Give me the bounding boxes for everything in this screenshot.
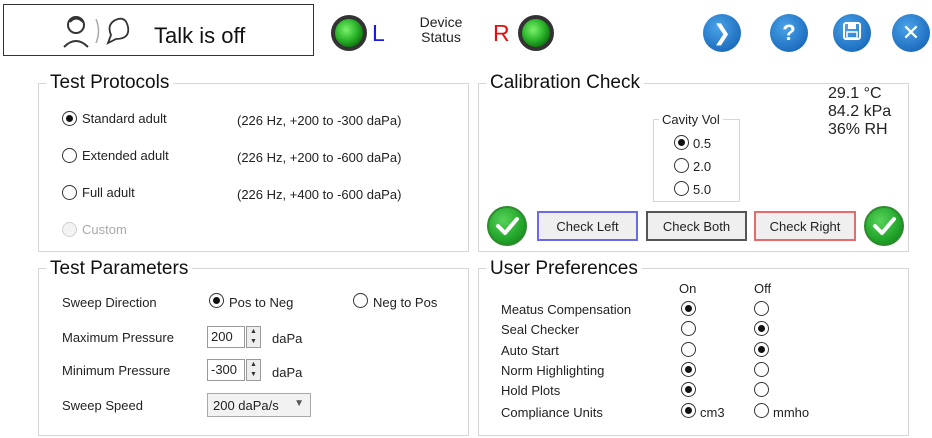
pref-norm-on-radio[interactable] [681, 362, 696, 377]
pref-autostart-off-radio[interactable] [754, 342, 769, 357]
compliance-mmho-label[interactable]: mmho [773, 405, 809, 420]
off-column-header: Off [754, 281, 772, 296]
pref-autostart-label: Auto Start [501, 343, 559, 358]
min-pressure-stepper[interactable]: ▲ ▼ [246, 359, 261, 381]
sweep-direction-label: Sweep Direction [62, 295, 157, 310]
cavity-0-5-radio[interactable] [674, 135, 689, 150]
max-pressure-input[interactable]: 200 [207, 326, 245, 348]
right-check-pass-icon [864, 206, 904, 246]
pref-autostart-on-radio[interactable] [681, 342, 696, 357]
arrow-up-icon[interactable]: ▲ [247, 327, 260, 337]
min-pressure-input[interactable]: -300 [207, 359, 245, 381]
arrow-up-icon[interactable]: ▲ [247, 360, 260, 370]
arrow-down-icon[interactable]: ▼ [247, 370, 260, 380]
protocol-standard-radio[interactable] [62, 111, 77, 126]
protocol-full-label[interactable]: Full adult [82, 185, 135, 200]
left-status-led [331, 15, 367, 51]
protocol-full-detail: (226 Hz, +400 to -600 daPa) [237, 187, 402, 202]
on-column-header: On [679, 281, 697, 296]
chevron-right-icon: ❯ [712, 20, 732, 45]
humidity-readout: 36% RH [828, 121, 888, 138]
right-status-led [518, 15, 554, 51]
left-ear-label: L [372, 20, 385, 46]
cavity-vol-title: Cavity Vol [659, 112, 723, 127]
pref-meatus-on-radio[interactable] [681, 301, 696, 316]
pref-meatus-label: Meatus Compensation [501, 302, 632, 317]
pref-meatus-off-radio[interactable] [754, 301, 769, 316]
cavity-5-0-radio[interactable] [674, 181, 689, 196]
min-pressure-label: Minimum Pressure [62, 363, 171, 378]
pref-norm-label: Norm Highlighting [501, 363, 605, 378]
calibration-check-title: Calibration Check [486, 72, 644, 94]
max-pressure-label: Maximum Pressure [62, 330, 174, 345]
left-check-pass-icon [487, 206, 527, 246]
pref-seal-on-radio[interactable] [681, 321, 696, 336]
question-icon: ? [782, 20, 796, 45]
close-button[interactable]: ✕ [892, 14, 930, 52]
pressure-readout: 84.2 kPa [828, 103, 892, 120]
compliance-cm3-label[interactable]: cm3 [700, 405, 725, 420]
max-pressure-unit: daPa [272, 331, 303, 346]
pref-seal-label: Seal Checker [501, 322, 580, 337]
sweep-neg-to-pos-radio[interactable] [353, 293, 368, 308]
temperature-readout: 29.1 °C [828, 85, 882, 102]
chevron-down-icon: ▼ [294, 398, 304, 409]
protocol-extended-label[interactable]: Extended adult [82, 148, 169, 163]
protocol-custom-radio [62, 222, 77, 237]
min-pressure-unit: daPa [272, 365, 303, 380]
sweep-neg-to-pos-label[interactable]: Neg to Pos [373, 295, 437, 310]
talk-status-text: Talk is off [154, 23, 246, 48]
help-button[interactable]: ? [770, 14, 808, 52]
pref-norm-off-radio[interactable] [754, 362, 769, 377]
pref-hold-label: Hold Plots [501, 383, 561, 398]
user-preferences-title: User Preferences [486, 258, 642, 280]
compliance-mmho-radio[interactable] [754, 403, 769, 418]
test-protocols-title: Test Protocols [46, 72, 174, 94]
sweep-speed-value: 200 daPa/s [213, 398, 279, 413]
test-parameters-title: Test Parameters [46, 258, 193, 280]
sweep-speed-label: Sweep Speed [62, 398, 143, 413]
floppy-disk-icon [843, 20, 861, 46]
close-icon: ✕ [901, 20, 921, 45]
pref-compliance-label: Compliance Units [501, 405, 603, 420]
compliance-cm3-radio[interactable] [681, 403, 696, 418]
check-right-button[interactable]: Check Right [754, 211, 856, 241]
cavity-0-5-label[interactable]: 0.5 [693, 136, 711, 151]
cavity-2-0-radio[interactable] [674, 158, 689, 173]
check-both-button[interactable]: Check Both [646, 211, 747, 241]
cavity-5-0-label[interactable]: 5.0 [693, 182, 711, 197]
max-pressure-stepper[interactable]: ▲ ▼ [246, 326, 261, 348]
protocol-custom-label: Custom [82, 222, 127, 237]
sweep-pos-to-neg-label[interactable]: Pos to Neg [229, 295, 293, 310]
pref-hold-on-radio[interactable] [681, 382, 696, 397]
protocol-standard-label[interactable]: Standard adult [82, 111, 167, 126]
protocol-extended-radio[interactable] [62, 148, 77, 163]
protocol-standard-detail: (226 Hz, +200 to -300 daPa) [237, 113, 402, 128]
talk-toggle-button[interactable]: Talk is off [3, 4, 314, 56]
protocol-extended-detail: (226 Hz, +200 to -600 daPa) [237, 150, 402, 165]
next-button[interactable]: ❯ [703, 14, 741, 52]
talk-person-icon [56, 11, 136, 56]
device-status-label: Device Status [419, 14, 463, 45]
right-ear-label: R [493, 20, 510, 46]
save-button[interactable] [833, 14, 871, 52]
arrow-down-icon[interactable]: ▼ [247, 337, 260, 347]
pref-hold-off-radio[interactable] [754, 382, 769, 397]
sweep-speed-select[interactable]: 200 daPa/s ▼ [207, 393, 311, 417]
protocol-full-radio[interactable] [62, 185, 77, 200]
check-left-button[interactable]: Check Left [537, 211, 638, 241]
cavity-2-0-label[interactable]: 2.0 [693, 159, 711, 174]
sweep-pos-to-neg-radio[interactable] [209, 293, 224, 308]
pref-seal-off-radio[interactable] [754, 321, 769, 336]
